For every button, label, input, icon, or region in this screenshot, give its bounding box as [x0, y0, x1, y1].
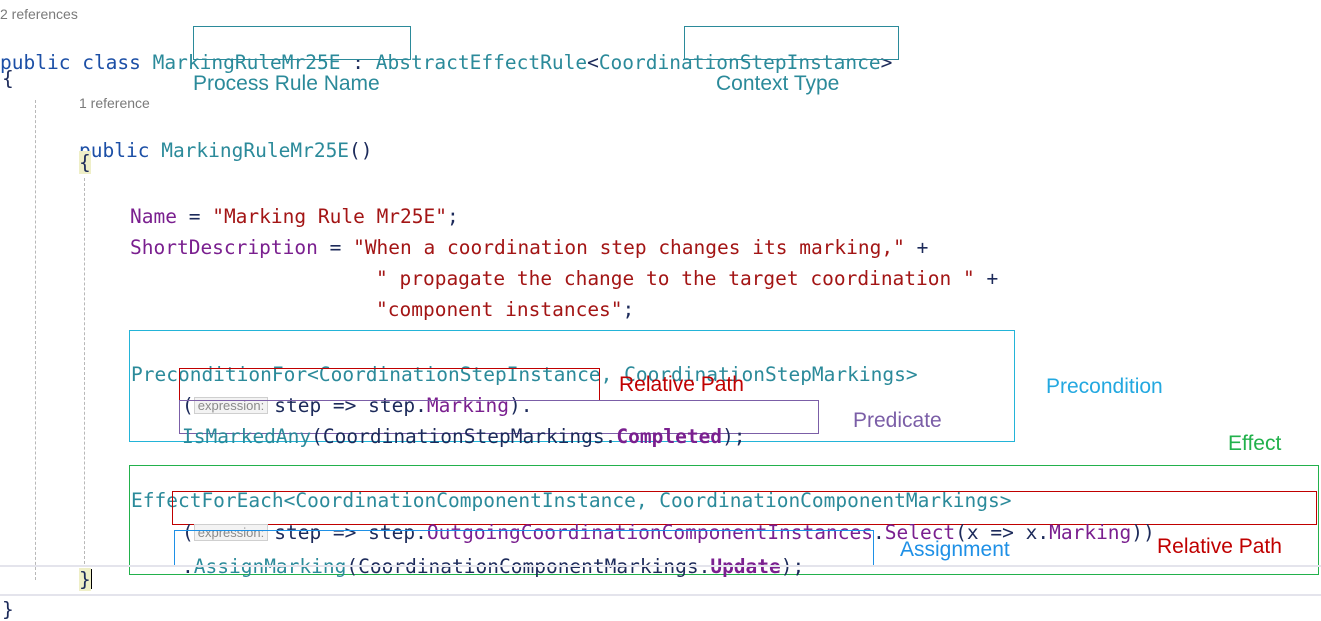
description-line-3: "component instances";	[376, 280, 634, 319]
relative-path-annotation-1: Relative Path	[619, 373, 744, 396]
class-references-lens[interactable]: 2 references	[0, 6, 78, 22]
generic-open: <	[587, 50, 599, 74]
class-open-brace: {	[2, 67, 14, 90]
class-keyword: class	[82, 50, 141, 74]
class-close-brace: }	[2, 598, 14, 621]
completed-enum-value[interactable]: Completed	[616, 425, 722, 448]
assignment-annotation: Assignment	[900, 538, 1010, 561]
text-cursor	[90, 569, 93, 589]
constructor-name[interactable]: MarkingRuleMr25E	[161, 139, 349, 162]
constructor-parens: ()	[349, 138, 373, 162]
indent-guide-class	[35, 100, 36, 580]
predicate-annotation: Predicate	[853, 409, 942, 432]
effect-marking-member[interactable]: Marking	[1049, 521, 1131, 544]
desc-plus-2: +	[974, 266, 999, 290]
effect-lambda-close: ))	[1131, 520, 1155, 544]
effect-lambda-dot: .	[872, 520, 885, 544]
desc-string-3: "component instances"	[376, 297, 623, 321]
constructor-references-lens[interactable]: 1 reference	[79, 95, 150, 111]
constructor-open-brace: {	[79, 151, 91, 174]
context-type-annotation: Context Type	[716, 72, 840, 95]
process-rule-name-box	[193, 26, 411, 60]
predicate-args: (CoordinationStepMarkings.	[311, 424, 617, 448]
is-marked-any-method[interactable]: IsMarkedAny	[182, 425, 311, 448]
close-brace-highlight: }	[79, 568, 91, 591]
short-description-property[interactable]: ShortDescription	[130, 236, 318, 259]
predicate-line: IsMarkedAny(CoordinationStepMarkings.Com…	[182, 407, 746, 446]
desc-semicolon: ;	[622, 297, 635, 321]
current-line-highlight-top	[0, 565, 1321, 567]
open-brace-highlight: {	[79, 151, 91, 174]
desc-assign-op: =	[317, 235, 354, 259]
assignment-line: .AssignMarking(CoordinationComponentMark…	[182, 537, 804, 576]
predicate-end: );	[722, 424, 746, 448]
effect-annotation: Effect	[1228, 432, 1282, 455]
indent-guide-ctor	[84, 178, 85, 564]
precondition-annotation: Precondition	[1046, 375, 1163, 398]
relative-path-annotation-2: Relative Path	[1157, 535, 1282, 558]
constructor-close-brace[interactable]: }	[79, 568, 93, 591]
constructor-declaration-line: public MarkingRuleMr25E()	[79, 121, 373, 160]
current-line-highlight-bottom	[0, 594, 1321, 596]
context-type-box	[684, 26, 899, 60]
process-rule-name-annotation: Process Rule Name	[193, 72, 380, 95]
